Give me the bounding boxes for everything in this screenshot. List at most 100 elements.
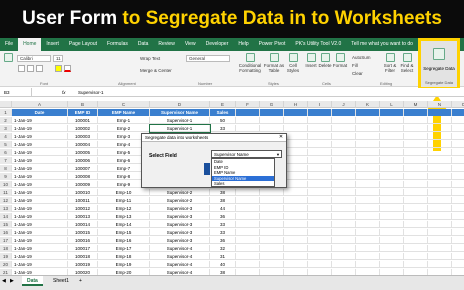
column-header[interactable]: E	[210, 101, 236, 108]
sheet-tab-data[interactable]: Data	[22, 276, 43, 286]
font-size-field[interactable]: 11	[53, 55, 63, 62]
empty-cell[interactable]	[308, 173, 332, 180]
empty-cell[interactable]	[284, 181, 308, 188]
table-cell[interactable]: Supervisor-4	[150, 245, 210, 252]
column-header[interactable]: F	[236, 101, 260, 108]
table-cell[interactable]: 100008	[68, 173, 98, 180]
table-cell[interactable]: Supervisor-3	[150, 229, 210, 236]
table-cell[interactable]: Supervisor-4	[150, 253, 210, 260]
empty-cell[interactable]	[284, 141, 308, 148]
empty-cell[interactable]	[452, 189, 464, 196]
column-header[interactable]: O	[452, 101, 464, 108]
empty-cell[interactable]	[236, 109, 260, 116]
table-cell[interactable]: Supervisor-3	[150, 213, 210, 220]
empty-cell[interactable]	[428, 165, 452, 172]
paste-button[interactable]	[2, 53, 14, 63]
table-cell[interactable]: 100001	[68, 117, 98, 124]
font-color-button[interactable]	[64, 65, 71, 72]
table-cell[interactable]: Emp-14	[98, 221, 150, 228]
empty-cell[interactable]	[356, 109, 380, 116]
empty-cell[interactable]	[356, 253, 380, 260]
header-cell[interactable]: Supervisor Name	[150, 109, 210, 116]
empty-cell[interactable]	[308, 221, 332, 228]
empty-cell[interactable]	[236, 229, 260, 236]
ribbon-tab-7[interactable]: View	[180, 38, 201, 51]
empty-cell[interactable]	[308, 237, 332, 244]
empty-cell[interactable]	[284, 165, 308, 172]
table-cell[interactable]: 1-Jan-19	[12, 125, 68, 132]
ribbon-tab-9[interactable]: Help	[233, 38, 253, 51]
empty-cell[interactable]	[452, 245, 464, 252]
row-number[interactable]: 8	[0, 165, 12, 172]
empty-cell[interactable]	[260, 109, 284, 116]
table-cell[interactable]: Supervisor-1	[150, 117, 210, 124]
table-cell[interactable]: 1-Jan-19	[12, 213, 68, 220]
empty-cell[interactable]	[428, 181, 452, 188]
dialog-side-button[interactable]	[204, 163, 210, 175]
empty-cell[interactable]	[332, 245, 356, 252]
table-cell[interactable]: 32	[210, 245, 236, 252]
empty-cell[interactable]	[356, 237, 380, 244]
field-select[interactable]: Supervisor Name ▼	[211, 150, 282, 158]
table-cell[interactable]: Supervisor-2	[150, 189, 210, 196]
table-cell[interactable]: 40	[210, 261, 236, 268]
empty-cell[interactable]	[380, 173, 404, 180]
table-cell[interactable]: 100017	[68, 245, 98, 252]
empty-cell[interactable]	[284, 213, 308, 220]
table-cell[interactable]: 1-Jan-19	[12, 229, 68, 236]
segregate-data-button[interactable]: Segregate Data Segregate Data	[418, 38, 460, 90]
empty-cell[interactable]	[404, 237, 428, 244]
dropdown-option[interactable]: Sales	[212, 181, 274, 187]
table-cell[interactable]: 1-Jan-19	[12, 141, 68, 148]
empty-cell[interactable]	[284, 229, 308, 236]
row-number[interactable]: 11	[0, 189, 12, 196]
empty-cell[interactable]	[356, 125, 380, 132]
sheet-nav-next-icon[interactable]: ▶	[10, 276, 14, 286]
empty-cell[interactable]	[404, 165, 428, 172]
empty-cell[interactable]	[404, 173, 428, 180]
empty-cell[interactable]	[404, 197, 428, 204]
name-box[interactable]: B3	[2, 88, 32, 97]
table-cell[interactable]: 1-Jan-19	[12, 117, 68, 124]
empty-cell[interactable]	[308, 117, 332, 124]
row-number[interactable]: 5	[0, 141, 12, 148]
find-select-button[interactable]: Find & Select	[399, 53, 415, 73]
cell-styles-button[interactable]: Cell Styles	[285, 53, 301, 73]
table-cell[interactable]: 33	[210, 229, 236, 236]
table-cell[interactable]: Emp-13	[98, 213, 150, 220]
empty-cell[interactable]	[356, 157, 380, 164]
empty-cell[interactable]	[308, 205, 332, 212]
empty-cell[interactable]	[428, 189, 452, 196]
empty-cell[interactable]	[452, 109, 464, 116]
empty-cell[interactable]	[236, 213, 260, 220]
empty-cell[interactable]	[332, 109, 356, 116]
table-cell[interactable]: 36	[210, 237, 236, 244]
empty-cell[interactable]	[380, 213, 404, 220]
empty-cell[interactable]	[236, 117, 260, 124]
empty-cell[interactable]	[452, 181, 464, 188]
table-cell[interactable]: 1-Jan-19	[12, 133, 68, 140]
row-number[interactable]: 1	[0, 109, 12, 116]
empty-cell[interactable]	[428, 221, 452, 228]
empty-cell[interactable]	[308, 157, 332, 164]
empty-cell[interactable]	[452, 133, 464, 140]
table-cell[interactable]: 100015	[68, 229, 98, 236]
ribbon-tab-5[interactable]: Data	[133, 38, 154, 51]
corner-cell[interactable]	[0, 101, 12, 108]
empty-cell[interactable]	[428, 213, 452, 220]
empty-cell[interactable]	[428, 261, 452, 268]
empty-cell[interactable]	[380, 205, 404, 212]
empty-cell[interactable]	[452, 221, 464, 228]
insert-cells-button[interactable]: Insert	[304, 53, 318, 68]
ribbon-tab-10[interactable]: Power Pivot	[254, 38, 291, 51]
table-cell[interactable]: Emp-16	[98, 237, 150, 244]
empty-cell[interactable]	[356, 189, 380, 196]
table-cell[interactable]: 100005	[68, 149, 98, 156]
table-cell[interactable]: 1-Jan-19	[12, 221, 68, 228]
ribbon-tab-6[interactable]: Review	[153, 38, 179, 51]
empty-cell[interactable]	[356, 229, 380, 236]
empty-cell[interactable]	[356, 173, 380, 180]
empty-cell[interactable]	[356, 213, 380, 220]
empty-cell[interactable]	[260, 261, 284, 268]
header-cell[interactable]: Sales	[210, 109, 236, 116]
